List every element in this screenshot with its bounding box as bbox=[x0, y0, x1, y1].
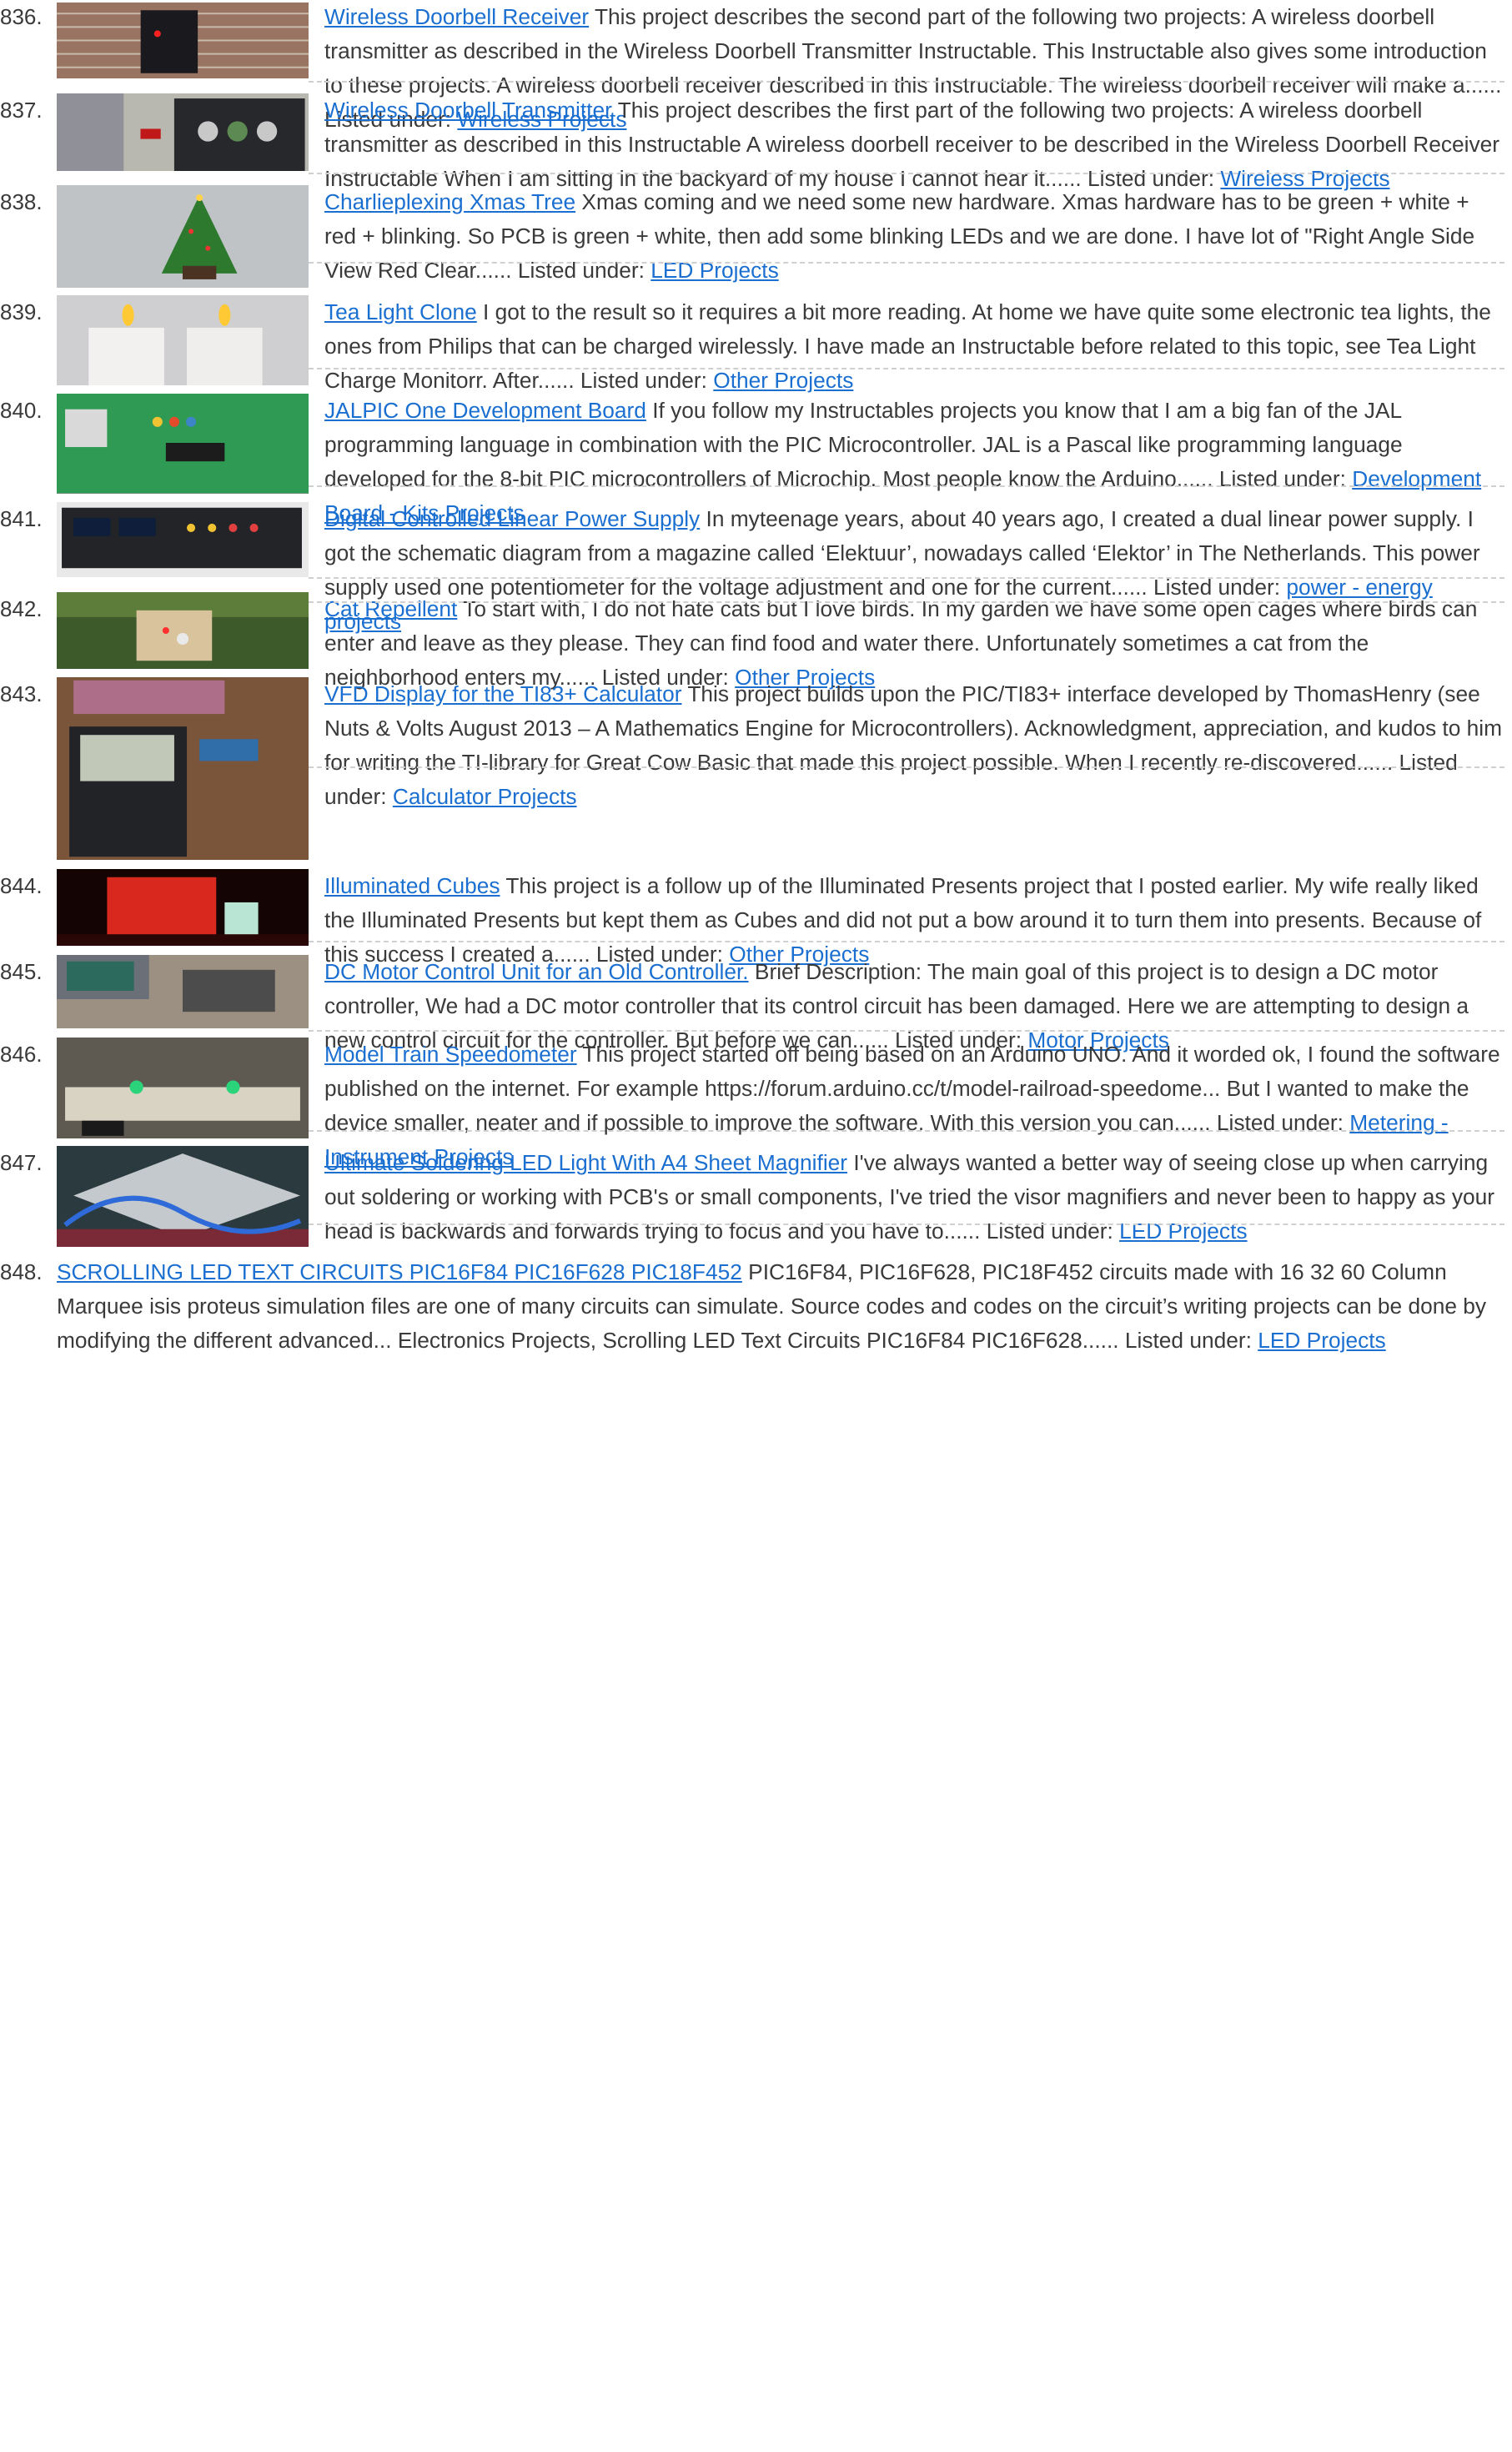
entry-divider bbox=[309, 1223, 1504, 1225]
entry-divider bbox=[309, 766, 1504, 768]
project-title-link[interactable]: DC Motor Control Unit for an Old Control… bbox=[324, 959, 749, 984]
project-thumbnail[interactable] bbox=[57, 1146, 309, 1247]
entry-divider bbox=[309, 577, 1504, 579]
project-title-link[interactable]: VFD Display for the TI83+ Calculator bbox=[324, 681, 681, 706]
entry-divider bbox=[309, 601, 1504, 603]
project-summary: Ultimate Soldering LED Light With A4 She… bbox=[324, 1146, 1504, 1249]
project-thumbnail[interactable] bbox=[57, 502, 309, 577]
project-title-link[interactable]: Cat Repellent bbox=[324, 596, 457, 621]
project-number: 846. bbox=[0, 1042, 43, 1067]
project-category-link[interactable]: Calculator Projects bbox=[393, 784, 577, 809]
project-category-link[interactable]: LED Projects bbox=[1258, 1328, 1385, 1353]
doorbell-receiver-photo bbox=[57, 3, 309, 78]
project-title-link[interactable]: Model Train Speedometer bbox=[324, 1042, 577, 1067]
project-title-link[interactable]: Ultimate Soldering LED Light With A4 She… bbox=[324, 1150, 847, 1175]
project-number: 845. bbox=[0, 959, 43, 984]
project-number: 847. bbox=[0, 1150, 43, 1175]
project-summary: Charlieplexing Xmas Tree Xmas coming and… bbox=[324, 185, 1504, 288]
project-number: 843. bbox=[0, 681, 43, 706]
soldering-light-photo bbox=[57, 1146, 309, 1247]
project-title-link[interactable]: Tea Light Clone bbox=[324, 299, 477, 324]
cat-repellent-photo bbox=[57, 592, 309, 669]
train-speedometer-photo bbox=[57, 1038, 309, 1138]
project-number: 841. bbox=[0, 506, 43, 531]
project-thumbnail[interactable] bbox=[57, 394, 309, 494]
entry-divider bbox=[309, 485, 1504, 487]
calculator-photo bbox=[57, 677, 309, 860]
project-thumbnail[interactable] bbox=[57, 185, 309, 288]
entry-divider bbox=[309, 368, 1504, 369]
project-summary: SCROLLING LED TEXT CIRCUITS PIC16F84 PIC… bbox=[57, 1255, 1508, 1358]
project-title-link[interactable]: JALPIC One Development Board bbox=[324, 398, 646, 423]
doorbell-transmitter-photo bbox=[57, 93, 309, 171]
project-thumbnail[interactable] bbox=[57, 869, 309, 946]
project-thumbnail[interactable] bbox=[57, 955, 309, 1028]
xmas-tree-photo bbox=[57, 185, 309, 288]
dev-board-photo bbox=[57, 394, 309, 494]
project-thumbnail[interactable] bbox=[57, 3, 309, 78]
entry-divider bbox=[309, 81, 1504, 83]
entry-divider bbox=[309, 1030, 1504, 1032]
project-thumbnail[interactable] bbox=[57, 93, 309, 171]
project-number: 837. bbox=[0, 98, 43, 123]
project-number: 839. bbox=[0, 299, 43, 324]
project-summary: Wireless Doorbell Transmitter This proje… bbox=[324, 93, 1504, 196]
project-category-link[interactable]: Other Projects bbox=[713, 368, 853, 393]
cubes-photo bbox=[57, 869, 309, 946]
entry-divider bbox=[309, 941, 1504, 942]
project-number: 844. bbox=[0, 873, 43, 898]
project-category-link[interactable]: LED Projects bbox=[1119, 1218, 1247, 1244]
power-supply-photo bbox=[57, 502, 309, 577]
project-title-link[interactable]: Wireless Doorbell Transmitter bbox=[324, 98, 612, 123]
project-summary: Tea Light Clone I got to the result so i… bbox=[324, 295, 1504, 398]
project-thumbnail[interactable] bbox=[57, 592, 309, 669]
project-number: 836. bbox=[0, 4, 43, 29]
project-thumbnail[interactable] bbox=[57, 295, 309, 385]
project-list: 836. Wireless Doorbell Receiver This pro… bbox=[0, 0, 1512, 2452]
project-title-link[interactable]: Wireless Doorbell Receiver bbox=[324, 4, 589, 29]
project-thumbnail[interactable] bbox=[57, 677, 309, 860]
project-description: To start with, I do not hate cats but I … bbox=[324, 596, 1478, 690]
motor-control-photo bbox=[57, 955, 309, 1028]
project-title-link[interactable]: Digital Controlled Linear Power Supply bbox=[324, 506, 700, 531]
project-title-link[interactable]: SCROLLING LED TEXT CIRCUITS PIC16F84 PIC… bbox=[57, 1259, 742, 1284]
project-thumbnail[interactable] bbox=[57, 1038, 309, 1138]
project-description: I got to the result so it requires a bit… bbox=[324, 299, 1491, 393]
project-number: 842. bbox=[0, 596, 43, 621]
entry-divider bbox=[309, 173, 1504, 174]
project-title-link[interactable]: Illuminated Cubes bbox=[324, 873, 500, 898]
entry-divider bbox=[309, 1130, 1504, 1132]
project-summary: VFD Display for the TI83+ Calculator Thi… bbox=[324, 677, 1504, 814]
project-number: 840. bbox=[0, 398, 43, 423]
project-number: 838. bbox=[0, 189, 43, 214]
project-title-link[interactable]: Charlieplexing Xmas Tree bbox=[324, 189, 575, 214]
entry-divider bbox=[309, 262, 1504, 264]
tea-light-photo bbox=[57, 295, 309, 385]
project-number: 848. bbox=[0, 1259, 43, 1284]
